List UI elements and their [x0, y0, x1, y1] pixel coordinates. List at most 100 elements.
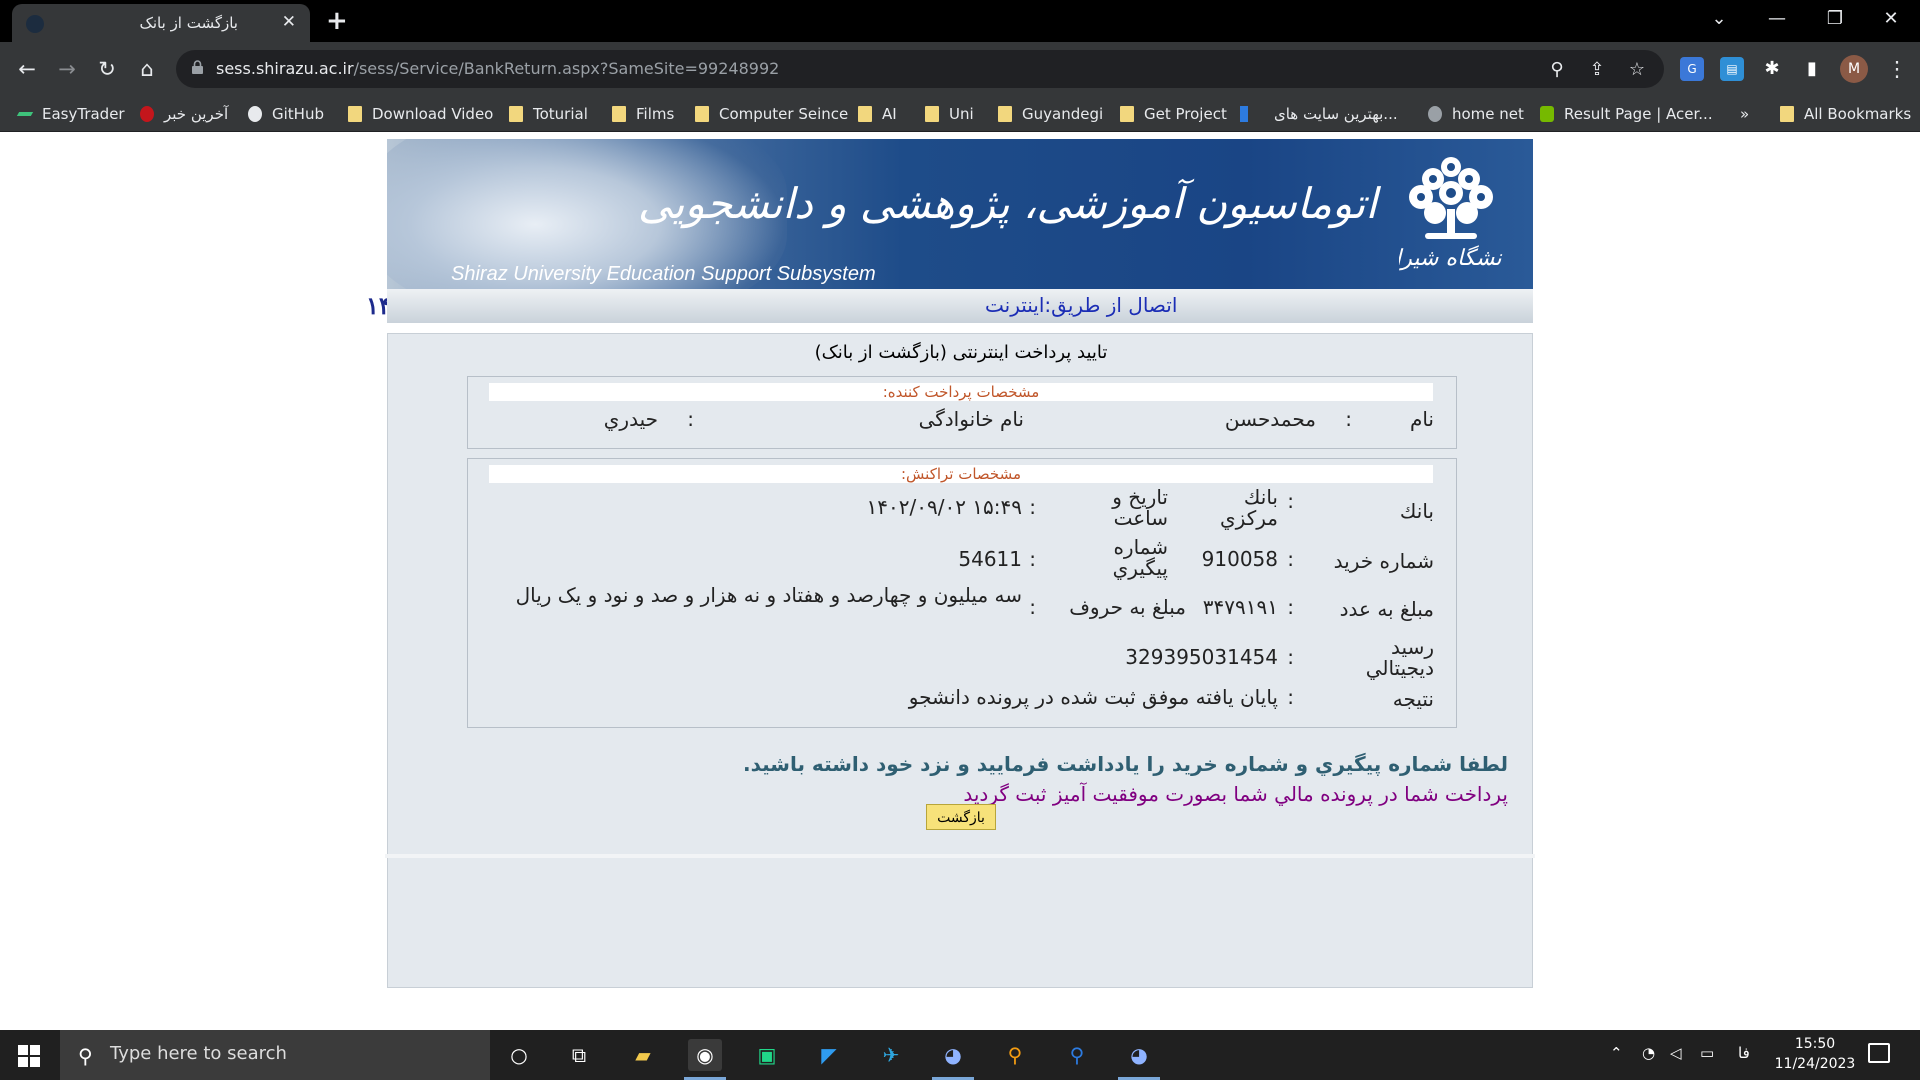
family-label: نام خانوادگی — [918, 407, 1024, 431]
puzzle-extensions-icon[interactable]: ✱ — [1760, 57, 1784, 81]
name-label: نام — [1409, 407, 1434, 431]
vscode-icon[interactable]: ◤ — [812, 1039, 846, 1071]
bookmark-github[interactable]: GitHub — [248, 103, 324, 125]
notification-center-icon[interactable] — [1868, 1043, 1890, 1063]
amount-words-separator: : — [1029, 595, 1036, 619]
family-value: حيدري — [603, 407, 658, 431]
bookmarks-bar: EasyTrader آخرین خبر GitHub Download Vid… — [0, 96, 1920, 132]
windows-taskbar: ⚲ Type here to search ○ ⧉ ▰ ◉ ▣ ◤ ✈ ◕ ⚲ … — [0, 1030, 1920, 1080]
bookmark-ai[interactable]: AI — [858, 103, 897, 125]
site-icon — [1240, 106, 1248, 122]
search-placeholder: Type here to search — [110, 1043, 287, 1064]
bookmark-easytrader[interactable]: EasyTrader — [16, 103, 125, 125]
magnifier-icon[interactable]: ⚲ — [1060, 1039, 1094, 1071]
digital-receipt-label: رسيد ديجيتالي — [1365, 635, 1434, 680]
back-button[interactable]: بازگشت — [926, 804, 996, 830]
site-favicon-icon — [26, 15, 44, 33]
extension-icon[interactable]: ▤ — [1720, 57, 1744, 81]
result-separator: : — [1287, 685, 1294, 709]
reload-icon[interactable]: ↻ — [92, 54, 122, 84]
connection-bar: اتصال از طریق:اینترنت — [387, 289, 1533, 323]
github-icon — [248, 106, 262, 122]
back-arrow-icon[interactable]: ← — [12, 54, 42, 84]
bookmark-guyandegi[interactable]: Guyandegi — [998, 103, 1103, 125]
bookmark-toturial[interactable]: Toturial — [509, 103, 588, 125]
tab-close-icon[interactable]: ✕ — [282, 12, 296, 32]
easytrader-icon — [16, 112, 34, 116]
wifi-icon[interactable]: ◔ — [1642, 1044, 1655, 1062]
transaction-details-heading: مشخصات تراکنش: — [489, 465, 1433, 483]
result-value: پايان يافته موفق ثبت شده در پرونده دانشج… — [908, 685, 1278, 709]
zoom-icon[interactable]: ⚲ — [1546, 59, 1568, 81]
bookmark-result-page[interactable]: Result Page | Acer... — [1540, 103, 1713, 125]
amount-numeric-separator: : — [1287, 595, 1294, 619]
panel-shadow — [385, 854, 1535, 858]
volume-icon[interactable]: ◁ — [1670, 1044, 1682, 1062]
tray-chevron-icon[interactable]: ⌃ — [1610, 1044, 1623, 1062]
profile-avatar[interactable]: M — [1840, 55, 1868, 83]
bank-separator: : — [1287, 489, 1294, 513]
language-indicator[interactable]: فا — [1738, 1044, 1750, 1062]
payment-confirmation-panel: تایید پرداخت اینترنتی (بازگشت از بانک) م… — [387, 333, 1533, 988]
shiraz-university-logo: دانشگاه شیراز — [1399, 157, 1503, 271]
restore-button[interactable]: ❐ — [1806, 0, 1864, 40]
home-icon[interactable]: ⌂ — [132, 54, 162, 84]
connection-status: اتصال از طریق:اینترنت — [985, 293, 1178, 317]
battery-icon[interactable]: ▭ — [1700, 1044, 1714, 1062]
file-explorer-icon[interactable]: ▰ — [626, 1039, 660, 1071]
folder-icon — [925, 106, 939, 122]
windows-start-icon[interactable] — [18, 1045, 40, 1067]
clock-time: 15:50 — [1794, 1036, 1836, 1052]
side-panel-icon[interactable]: ▮ — [1800, 57, 1824, 81]
folder-icon — [695, 106, 709, 122]
bookmark-all-bookmarks[interactable]: All Bookmarks — [1780, 103, 1911, 125]
cortana-icon[interactable]: ○ — [502, 1039, 536, 1071]
system-clock[interactable]: 15:50 11/24/2023 — [1760, 1034, 1870, 1074]
address-bar[interactable]: sess.shirazu.ac.ir/sess/Service/BankRetu… — [176, 50, 1664, 88]
page-content: اتوماسیون آموزشی، پژوهشی و دانشجویی Shir… — [0, 133, 1920, 1030]
purchase-number-value: 910058 — [1201, 547, 1278, 571]
bank-value: بانك مركزي — [1220, 485, 1278, 530]
page-title: تایید پرداخت اینترنتی (بازگشت از بانک) — [814, 342, 1108, 363]
folder-icon — [509, 106, 523, 122]
amount-numeric-value: ۳۴۷۹۱۹۱ — [1202, 595, 1278, 619]
amount-words-label: مبلغ به حروف — [1069, 595, 1186, 619]
bookmark-home-net[interactable]: home net — [1428, 103, 1524, 125]
payer-details-heading: مشخصات پرداخت کننده: — [489, 383, 1433, 401]
banner-english-title: Shiraz University Education Support Subs… — [451, 263, 876, 285]
app-orb-icon[interactable]: ◕ — [932, 1039, 974, 1080]
banner-persian-title: اتوماسیون آموزشی، پژوهشی و دانشجویی — [637, 179, 1377, 228]
forward-arrow-icon[interactable]: → — [52, 54, 82, 84]
bookmark-best-sites[interactable]: بهترین سایت های... — [1240, 103, 1398, 125]
search-app-icon[interactable]: ⚲ — [998, 1039, 1032, 1071]
minimize-button[interactable]: — — [1748, 0, 1806, 40]
telegram-icon[interactable]: ✈ — [874, 1039, 908, 1071]
purchase-separator: : — [1287, 547, 1294, 571]
tab-search-icon[interactable]: ⌄ — [1690, 0, 1748, 40]
bookmark-uni[interactable]: Uni — [925, 103, 974, 125]
active-tab[interactable]: بازگشت از بانک ✕ — [12, 4, 310, 42]
globe-icon — [1428, 106, 1442, 122]
task-view-icon[interactable]: ⧉ — [562, 1039, 596, 1071]
clion-icon[interactable]: ▣ — [750, 1039, 784, 1071]
bookmark-computer-seince[interactable]: Computer Seince — [695, 103, 848, 125]
menu-kebab-icon[interactable]: ⋮ — [1882, 54, 1912, 84]
bookmark-films[interactable]: Films — [612, 103, 674, 125]
result-label: نتيجه — [1392, 687, 1434, 711]
new-tab-button[interactable]: + — [326, 6, 348, 36]
close-window-button[interactable]: ✕ — [1862, 0, 1920, 40]
bookmark-get-project[interactable]: Get Project — [1120, 103, 1227, 125]
chrome-taskbar-icon[interactable]: ◉ — [684, 1039, 726, 1080]
amount-numeric-label: مبلغ به عدد — [1339, 597, 1434, 621]
news-icon — [140, 106, 154, 122]
taskbar-search-box[interactable]: ⚲ Type here to search — [60, 1030, 490, 1080]
payment-success-message: پرداخت شما در پرونده مالي شما بصورت موفق… — [963, 782, 1508, 806]
translate-extension-icon[interactable]: G — [1680, 57, 1704, 81]
payer-details: مشخصات پرداخت کننده: نام : محمدحسن نام خ… — [467, 376, 1457, 449]
bookmark-star-icon[interactable]: ☆ — [1626, 59, 1648, 81]
bookmark-download-video[interactable]: Download Video — [348, 103, 493, 125]
bookmarks-overflow-button[interactable]: » — [1740, 103, 1749, 125]
app-orb-2-icon[interactable]: ◕ — [1118, 1039, 1160, 1080]
bookmark-news[interactable]: آخرین خبر — [140, 103, 228, 125]
share-icon[interactable]: ⇪ — [1586, 59, 1608, 81]
